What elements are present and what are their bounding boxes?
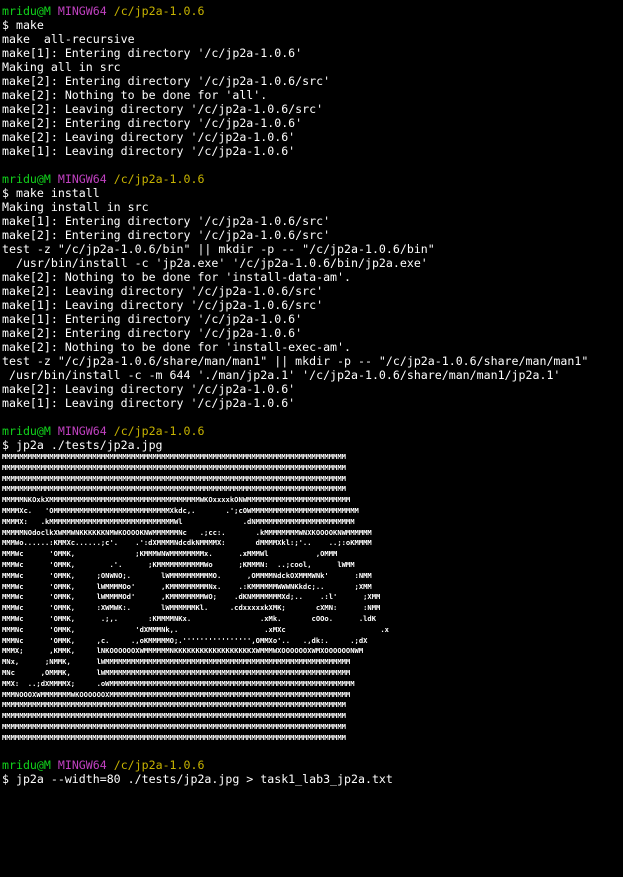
ascii-art-line: MMMMMMMMMMMMMMMMMMMMMMMMMMMMMMMMMMMMMMMM…: [2, 484, 346, 494]
command-block-make: mridu@M MINGW64 /c/jp2a-1.0.6 $ make mak…: [2, 4, 623, 172]
command-block-final: mridu@M MINGW64 /c/jp2a-1.0.6 $ jp2a --w…: [2, 758, 623, 786]
command-line: $ make: [2, 18, 44, 32]
ascii-art-line: MMMMMMMMMMMMMMMMMMMMMMMMMMMMMMMMMMMMMMMM…: [2, 732, 346, 742]
output-line: test -z "/c/jp2a-1.0.6/bin" || mkdir -p …: [2, 242, 435, 256]
output-line: make[1]: Leaving directory '/c/jp2a-1.0.…: [2, 396, 296, 410]
output-line: test -z "/c/jp2a-1.0.6/share/man/man1" |…: [2, 354, 589, 368]
ascii-art-line: MMMMXc. 'OMMMMMMMMMMMMMMMMMMMMMMMMMMMXkd…: [2, 505, 359, 515]
output-line: make[1]: Entering directory '/c/jp2a-1.0…: [2, 46, 303, 60]
ascii-art-line: MMMNc 'OMMK, 'dXMMMNk,. .xMXc .x: [2, 624, 389, 634]
output-line: /usr/bin/install -c -m 644 './man/jp2a.1…: [2, 368, 561, 382]
output-line: make[2]: Leaving directory '/c/jp2a-1.0.…: [2, 382, 296, 396]
output-line: make[2]: Nothing to be done for 'all'.: [2, 88, 268, 102]
ascii-art-line: MMMX; ,KMMK, lNKOOOOOOXWMMMMMMNKKKKKKKKK…: [2, 646, 364, 656]
output-line: make[1]: Leaving directory '/c/jp2a-1.0.…: [2, 298, 324, 312]
output-line: make[1]: Entering directory '/c/jp2a-1.0…: [2, 312, 303, 326]
prompt-host: MINGW64: [57, 757, 107, 772]
terminal-window[interactable]: mridu@M MINGW64 /c/jp2a-1.0.6 $ make mak…: [0, 0, 623, 877]
prompt-line: mridu@M MINGW64 /c/jp2a-1.0.6: [2, 758, 623, 772]
ascii-art-line: MMMWc 'OMMK, lWMMMMOd' ,KMMMMMMMMWO; .dK…: [2, 592, 381, 602]
prompt-line: mridu@M MINGW64 /c/jp2a-1.0.6: [2, 4, 623, 18]
prompt-path: /c/jp2a-1.0.6: [113, 4, 205, 18]
ascii-art-line: MMMMMMMMMMMMMMMMMMMMMMMMMMMMMMMMMMMMMMMM…: [2, 452, 346, 461]
output-line: make[2]: Nothing to be done for 'install…: [2, 340, 352, 354]
output-line: make[2]: Entering directory '/c/jp2a-1.0…: [2, 228, 331, 242]
prompt-path: /c/jp2a-1.0.6: [113, 424, 205, 438]
output-line: make[2]: Entering directory '/c/jp2a-1.0…: [2, 326, 303, 340]
output-line: make[2]: Nothing to be done for 'install…: [2, 270, 352, 284]
ascii-art-line: MMMMMMMMMMMMMMMMMMMMMMMMMMMMMMMMMMMMMMMM…: [2, 711, 346, 721]
prompt-host: MINGW64: [57, 4, 107, 18]
ascii-art-line: MMMWc 'OMMK, ;KMMMWNWMMMMMMMMx. .xMMMWl …: [2, 549, 338, 559]
prompt-user: mridu@M: [2, 757, 51, 772]
ascii-art-line: MMMMMNKOxkXMMMMMMMMMMMMMMMMMMMMMMMMMMMMM…: [2, 495, 351, 505]
command-line: $ make install: [2, 186, 100, 200]
output-line: Making all in src: [2, 60, 121, 74]
ascii-art-output: MMMMMMMMMMMMMMMMMMMMMMMMMMMMMMMMMMMMMMMM…: [2, 452, 623, 744]
ascii-art-line: MMMMMMMMMMMMMMMMMMMMMMMMMMMMMMMMMMMMMMMM…: [2, 462, 346, 472]
ascii-art-line: MMMMMNOdoclkXWMMWNKKKKKKNMWKOOOOKNWMMMMM…: [2, 527, 372, 537]
output-line: make[2]: Entering directory '/c/jp2a-1.0…: [2, 116, 303, 130]
ascii-art-line: MMMWo......:KMMXc......;c'. .':dXMMMMNdc…: [2, 538, 372, 548]
ascii-art-line: MNx, ;NMMK, lWMMMMMMMMMMMMMMMMMMMMMMMMMM…: [2, 657, 351, 667]
command-block-make-install: mridu@M MINGW64 /c/jp2a-1.0.6 $ make ins…: [2, 172, 623, 424]
output-line: make[2]: Leaving directory '/c/jp2a-1.0.…: [2, 284, 324, 298]
command-line-input[interactable]: $ jp2a --width=80 ./tests/jp2a.jpg > tas…: [2, 772, 623, 786]
ascii-art-line: MMMMX: .kMMMMMMMMMMMMMMMMMMMMMMMMMMMMMWl…: [2, 516, 355, 526]
ascii-art-line: MMMWc 'OMMK, lWMMMMOo' ,KMMMMMMMMMNx. .:…: [2, 581, 372, 591]
ascii-art-line: MMMWc 'OMMK, ;ONWNO;. lWMMMMMMMMMMO. ,OM…: [2, 570, 372, 580]
output-line: make[1]: Leaving directory '/c/jp2a-1.0.…: [2, 144, 296, 158]
ascii-art-line: MNc ,OMMMK, lWMMMMMMMMMMMMMMMMMMMMMMMMMM…: [2, 667, 351, 677]
ascii-art-line: MMX: ..;dXMMMMX; .oWMMMMMMMMMMMMMMMMMMMM…: [2, 678, 355, 688]
prompt-user: mridu@M: [2, 4, 51, 18]
prompt-user: mridu@M: [2, 172, 51, 186]
ascii-art-line: MMMMMMMMMMMMMMMMMMMMMMMMMMMMMMMMMMMMMMMM…: [2, 473, 346, 483]
ascii-art-line: MMMWc 'OMMK, .;,. :KMMMMNKx. .xMk. cOOo.…: [2, 613, 377, 623]
command-line: $ jp2a ./tests/jp2a.jpg: [2, 438, 163, 452]
prompt-path: /c/jp2a-1.0.6: [113, 172, 205, 186]
prompt-line: mridu@M MINGW64 /c/jp2a-1.0.6: [2, 424, 623, 438]
command-block-jp2a: mridu@M MINGW64 /c/jp2a-1.0.6 $ jp2a ./t…: [2, 424, 623, 758]
output-line: make[2]: Leaving directory '/c/jp2a-1.0.…: [2, 102, 324, 116]
output-line: make all-recursive: [2, 32, 135, 46]
ascii-art-line: MMMNc 'OMMK, ,c. .,oKMMMMMO;.'''''''''''…: [2, 635, 368, 645]
ascii-art-line: MMMNOOOXWMMMMMMMWKOOOOOOXMMMMMMMMMMMMMMM…: [2, 689, 351, 699]
output-line: make[2]: Leaving directory '/c/jp2a-1.0.…: [2, 130, 296, 144]
prompt-path: /c/jp2a-1.0.6: [113, 757, 205, 772]
output-line: Making install in src: [2, 200, 149, 214]
ascii-art-line: MMMWc 'OMMK, .'. ;KMMMMMMMMMMMWo ;KMMMN:…: [2, 559, 355, 569]
output-line: make[1]: Entering directory '/c/jp2a-1.0…: [2, 214, 331, 228]
ascii-art-line: MMMWc 'OMMK, :XWMWK:. lWMMMMMMKl. .cdxxx…: [2, 603, 381, 613]
output-line: make[2]: Entering directory '/c/jp2a-1.0…: [2, 74, 331, 88]
ascii-art-line: MMMMMMMMMMMMMMMMMMMMMMMMMMMMMMMMMMMMMMMM…: [2, 700, 346, 710]
prompt-line: mridu@M MINGW64 /c/jp2a-1.0.6: [2, 172, 623, 186]
ascii-art-line: MMMMMMMMMMMMMMMMMMMMMMMMMMMMMMMMMMMMMMMM…: [2, 721, 346, 731]
prompt-host: MINGW64: [57, 172, 107, 186]
output-line: /usr/bin/install -c 'jp2a.exe' '/c/jp2a-…: [2, 256, 428, 270]
prompt-user: mridu@M: [2, 424, 51, 438]
prompt-host: MINGW64: [57, 424, 107, 438]
